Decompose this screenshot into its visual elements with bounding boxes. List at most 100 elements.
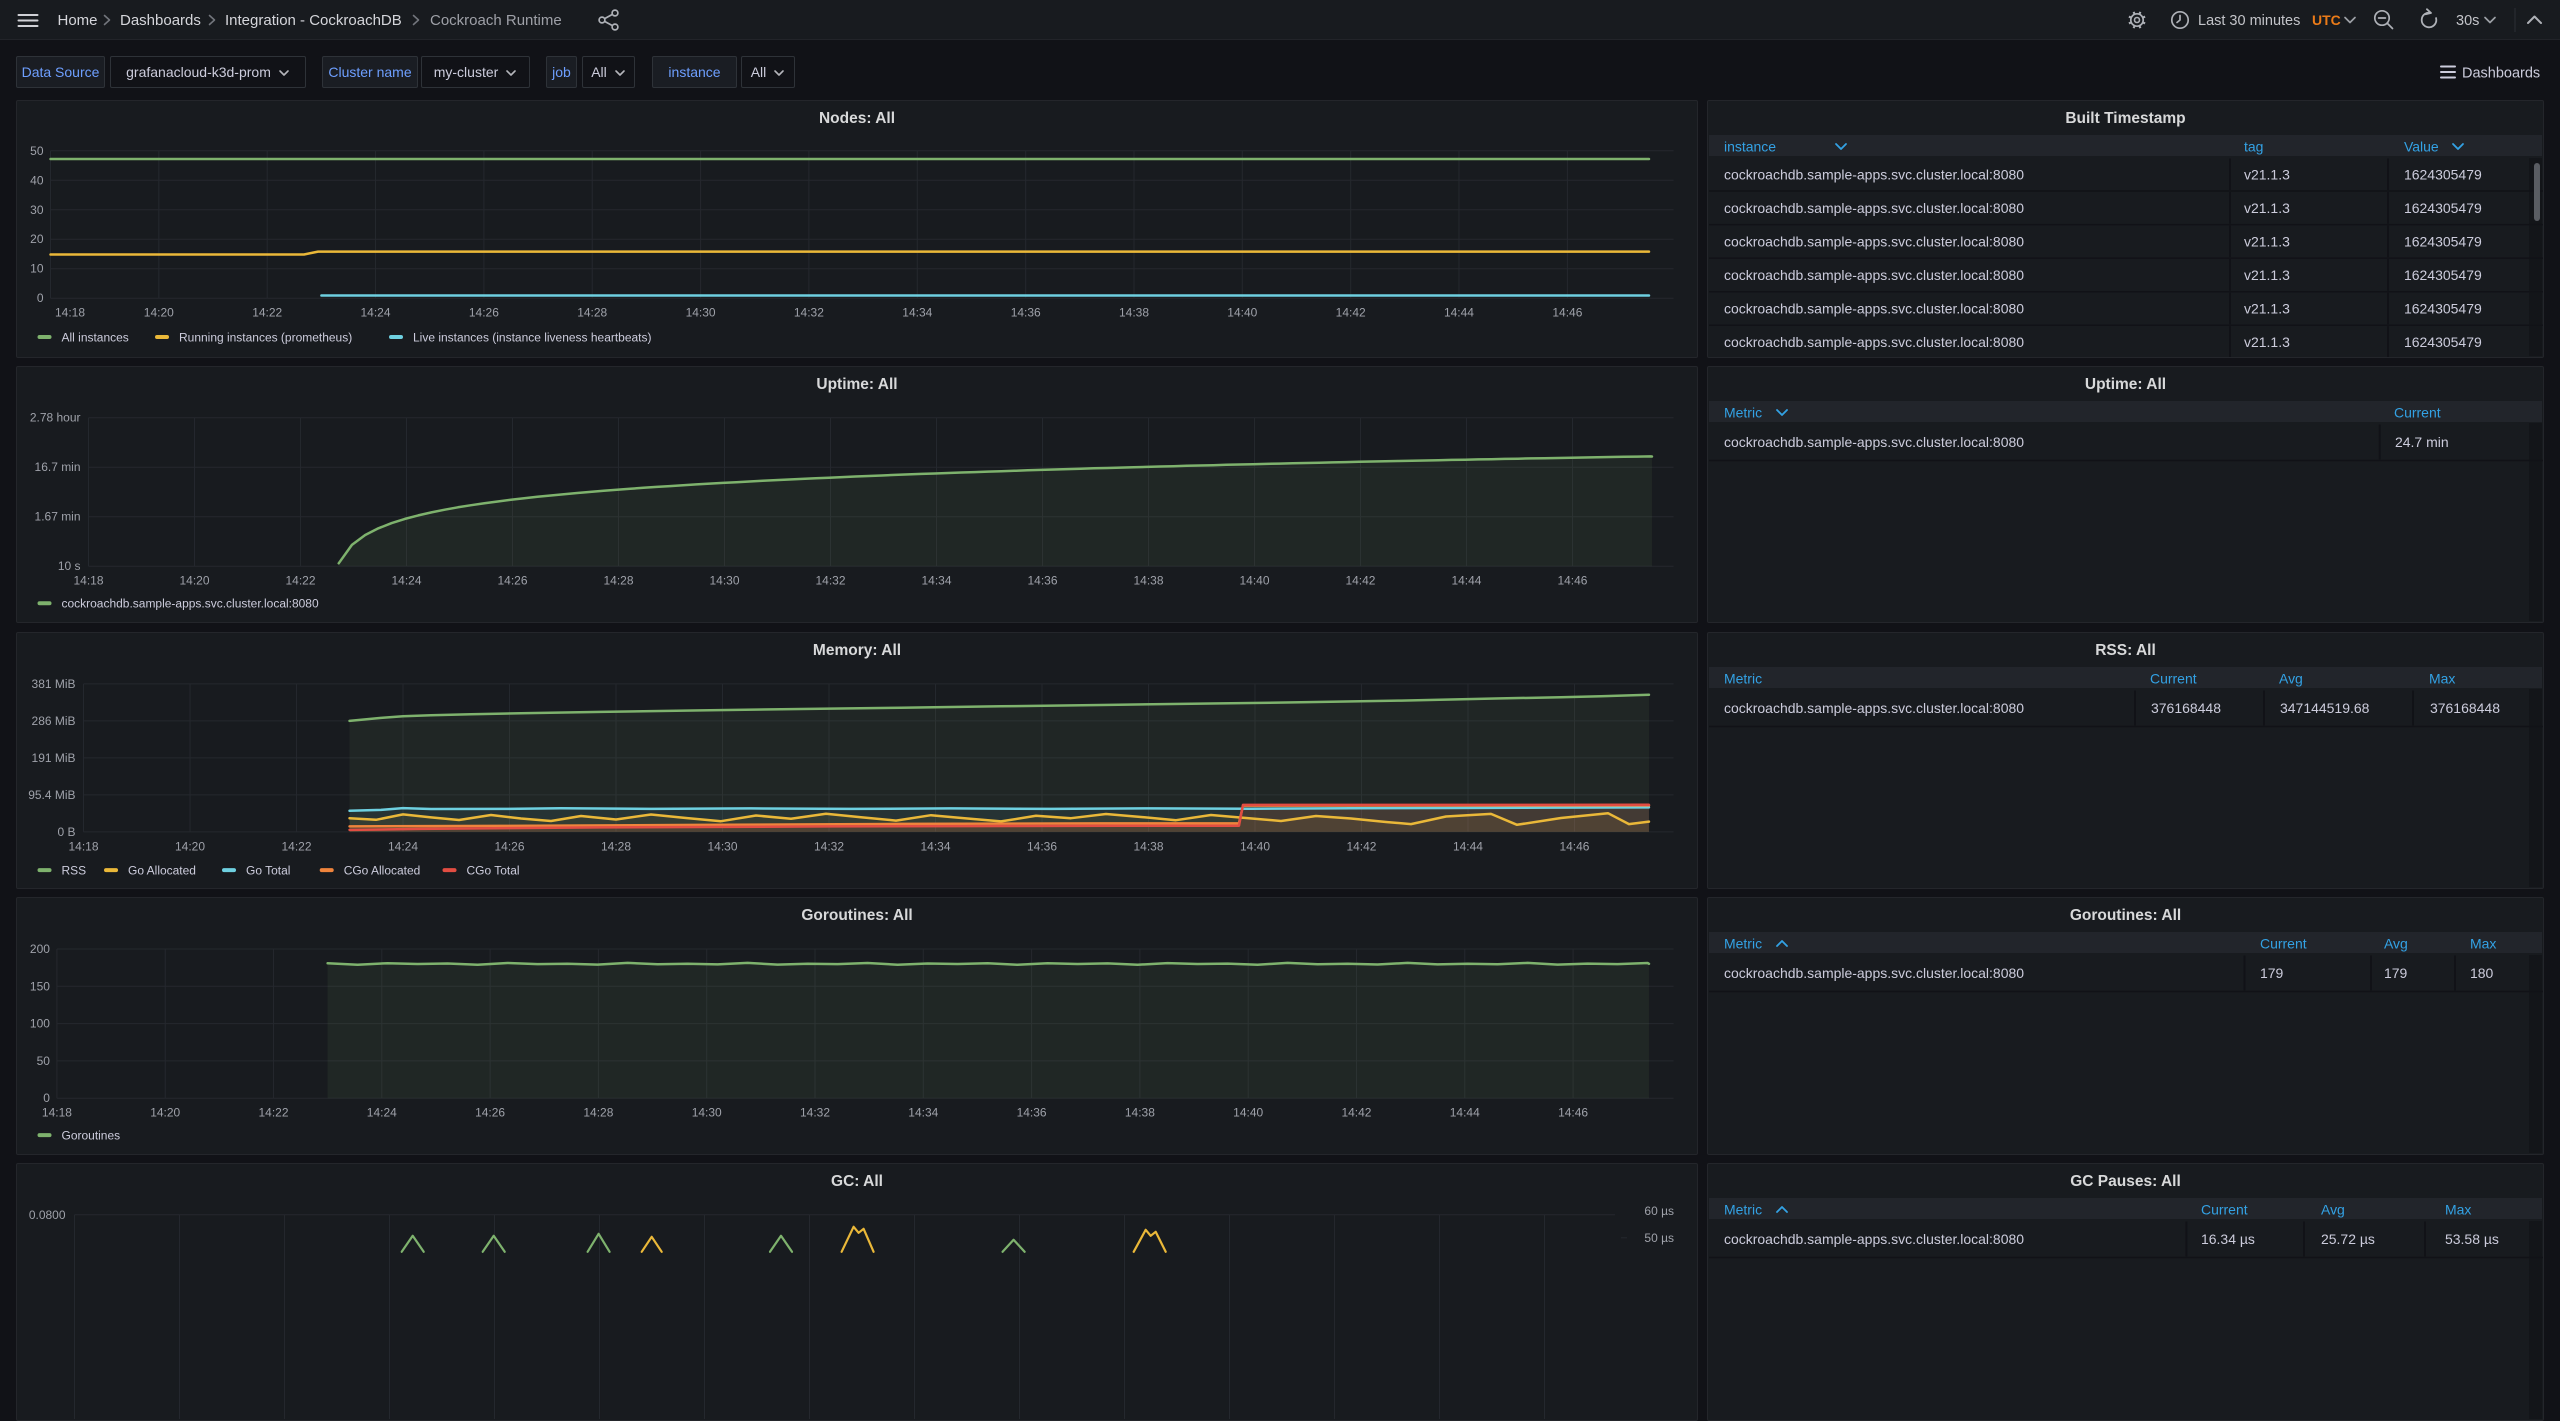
svg-text:14:44: 14:44 xyxy=(1451,573,1481,587)
svg-text:25.72 µs: 25.72 µs xyxy=(2321,1231,2375,1247)
svg-text:14:26: 14:26 xyxy=(475,1106,505,1120)
svg-text:cockroachdb.sample-apps.svc.cl: cockroachdb.sample-apps.svc.cluster.loca… xyxy=(1724,700,2024,716)
svg-text:347144519.68: 347144519.68 xyxy=(2280,700,2370,716)
svg-text:tag: tag xyxy=(2244,138,2263,154)
svg-text:2.78 hour: 2.78 hour xyxy=(30,410,81,424)
svg-text:14:20: 14:20 xyxy=(144,306,174,320)
svg-text:14:28: 14:28 xyxy=(601,839,631,853)
svg-text:Running instances (prometheus): Running instances (prometheus) xyxy=(179,330,352,344)
svg-text:0 B: 0 B xyxy=(58,824,76,838)
svg-text:200: 200 xyxy=(30,942,50,956)
svg-text:Goroutines: Goroutines xyxy=(62,1129,121,1143)
svg-text:95.4 MiB: 95.4 MiB xyxy=(28,787,75,801)
svg-text:14:24: 14:24 xyxy=(392,573,422,587)
svg-text:14:20: 14:20 xyxy=(150,1106,180,1120)
svg-text:v21.1.3: v21.1.3 xyxy=(2244,334,2290,350)
svg-text:14:18: 14:18 xyxy=(69,839,99,853)
svg-text:24.7 min: 24.7 min xyxy=(2395,434,2449,450)
svg-text:cockroachdb.sample-apps.svc.cl: cockroachdb.sample-apps.svc.cluster.loca… xyxy=(1724,233,2024,249)
svg-text:Metric: Metric xyxy=(1724,404,1762,420)
svg-text:Dashboards: Dashboards xyxy=(2462,66,2540,82)
svg-text:cockroachdb.sample-apps.svc.cl: cockroachdb.sample-apps.svc.cluster.loca… xyxy=(1724,334,2024,350)
svg-text:Home: Home xyxy=(58,12,98,29)
svg-text:UTC: UTC xyxy=(2312,12,2341,28)
svg-text:14:30: 14:30 xyxy=(708,839,738,853)
svg-text:instance: instance xyxy=(1724,138,1776,154)
svg-text:14:38: 14:38 xyxy=(1125,1106,1155,1120)
svg-text:cockroachdb.sample-apps.svc.cl: cockroachdb.sample-apps.svc.cluster.loca… xyxy=(1724,965,2024,981)
svg-text:14:28: 14:28 xyxy=(577,306,607,320)
svg-text:Last 30 minutes: Last 30 minutes xyxy=(2198,13,2300,29)
svg-text:14:18: 14:18 xyxy=(55,306,85,320)
svg-text:16.34 µs: 16.34 µs xyxy=(2201,1231,2255,1247)
svg-text:cockroachdb.sample-apps.svc.cl: cockroachdb.sample-apps.svc.cluster.loca… xyxy=(62,596,319,610)
svg-text:Metric: Metric xyxy=(1724,936,1762,952)
svg-text:14:36: 14:36 xyxy=(1027,573,1057,587)
svg-text:53.58 µs: 53.58 µs xyxy=(2445,1231,2499,1247)
svg-text:30: 30 xyxy=(30,203,44,217)
svg-text:376168448: 376168448 xyxy=(2151,700,2221,716)
svg-text:14:46: 14:46 xyxy=(1557,573,1587,587)
svg-text:cockroachdb.sample-apps.svc.cl: cockroachdb.sample-apps.svc.cluster.loca… xyxy=(1724,300,2024,316)
svg-text:14:20: 14:20 xyxy=(180,573,210,587)
svg-text:20: 20 xyxy=(30,232,44,246)
svg-text:1624305479: 1624305479 xyxy=(2404,267,2482,283)
svg-text:cockroachdb.sample-apps.svc.cl: cockroachdb.sample-apps.svc.cluster.loca… xyxy=(1724,1231,2024,1247)
svg-text:14:30: 14:30 xyxy=(692,1106,722,1120)
svg-text:Metric: Metric xyxy=(1724,670,1762,686)
svg-text:v21.1.3: v21.1.3 xyxy=(2244,166,2290,182)
svg-text:14:22: 14:22 xyxy=(259,1106,289,1120)
svg-text:0: 0 xyxy=(37,291,44,305)
svg-text:14:44: 14:44 xyxy=(1444,306,1474,320)
svg-text:14:34: 14:34 xyxy=(921,573,951,587)
svg-text:14:46: 14:46 xyxy=(1559,839,1589,853)
svg-text:14:46: 14:46 xyxy=(1558,1106,1588,1120)
svg-text:14:40: 14:40 xyxy=(1233,1106,1263,1120)
svg-text:381 MiB: 381 MiB xyxy=(32,676,76,690)
svg-text:14:18: 14:18 xyxy=(42,1106,72,1120)
svg-text:1624305479: 1624305479 xyxy=(2404,233,2482,249)
svg-text:14:20: 14:20 xyxy=(175,839,205,853)
svg-text:179: 179 xyxy=(2260,965,2284,981)
svg-text:30s: 30s xyxy=(2456,13,2479,29)
svg-text:14:32: 14:32 xyxy=(814,839,844,853)
svg-text:cockroachdb.sample-apps.svc.cl: cockroachdb.sample-apps.svc.cluster.loca… xyxy=(1724,434,2024,450)
svg-text:Value: Value xyxy=(2404,138,2439,154)
svg-text:14:24: 14:24 xyxy=(361,306,391,320)
svg-text:50 µs: 50 µs xyxy=(1644,1231,1674,1245)
svg-text:All instances: All instances xyxy=(62,330,129,344)
svg-text:Integration - CockroachDB: Integration - CockroachDB xyxy=(225,12,402,29)
svg-text:180: 180 xyxy=(2470,965,2494,981)
svg-text:179: 179 xyxy=(2384,965,2408,981)
svg-text:14:24: 14:24 xyxy=(367,1106,397,1120)
svg-text:0: 0 xyxy=(43,1092,50,1106)
svg-text:16.7 min: 16.7 min xyxy=(35,460,81,474)
svg-text:CGo Total: CGo Total xyxy=(467,863,520,877)
svg-text:CGo Allocated: CGo Allocated xyxy=(344,863,421,877)
svg-text:14:42: 14:42 xyxy=(1336,306,1366,320)
svg-text:14:40: 14:40 xyxy=(1240,839,1270,853)
svg-text:14:30: 14:30 xyxy=(686,306,716,320)
svg-text:50: 50 xyxy=(30,144,44,158)
svg-text:14:24: 14:24 xyxy=(388,839,418,853)
svg-text:14:42: 14:42 xyxy=(1345,573,1375,587)
svg-text:14:36: 14:36 xyxy=(1017,1106,1047,1120)
svg-text:Current: Current xyxy=(2150,670,2197,686)
svg-text:14:34: 14:34 xyxy=(902,306,932,320)
svg-text:10: 10 xyxy=(30,262,44,276)
svg-text:50: 50 xyxy=(37,1054,51,1068)
svg-text:40: 40 xyxy=(30,173,44,187)
svg-text:14:36: 14:36 xyxy=(1027,839,1057,853)
svg-text:14:22: 14:22 xyxy=(252,306,282,320)
svg-text:1624305479: 1624305479 xyxy=(2404,166,2482,182)
svg-text:60 µs: 60 µs xyxy=(1644,1204,1674,1218)
svg-text:cockroachdb.sample-apps.svc.cl: cockroachdb.sample-apps.svc.cluster.loca… xyxy=(1724,166,2024,182)
svg-text:14:28: 14:28 xyxy=(604,573,634,587)
svg-text:14:42: 14:42 xyxy=(1341,1106,1371,1120)
svg-text:14:46: 14:46 xyxy=(1552,306,1582,320)
svg-text:Cockroach Runtime: Cockroach Runtime xyxy=(430,12,562,29)
svg-text:Avg: Avg xyxy=(2384,936,2408,952)
svg-text:v21.1.3: v21.1.3 xyxy=(2244,267,2290,283)
svg-text:Current: Current xyxy=(2201,1202,2248,1218)
svg-text:RSS: RSS xyxy=(62,863,87,877)
